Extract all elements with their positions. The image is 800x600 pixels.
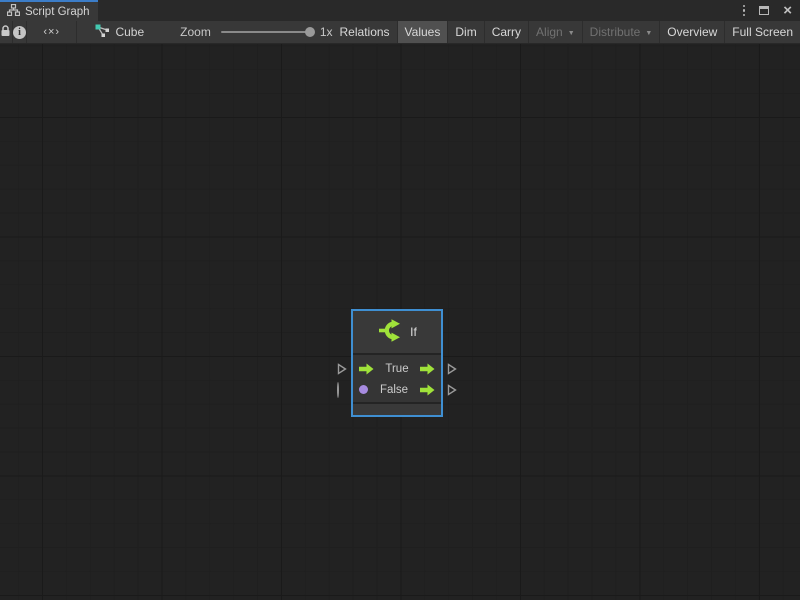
zoom-label: Zoom bbox=[180, 25, 211, 39]
dim-label: Dim bbox=[455, 25, 476, 39]
port-label-true: True bbox=[374, 363, 420, 375]
flow-input-arrow-icon[interactable] bbox=[359, 363, 374, 375]
maximize-icon[interactable] bbox=[759, 6, 769, 15]
false-output-connector[interactable] bbox=[447, 384, 457, 396]
lock-icon bbox=[0, 25, 11, 40]
code-preview-button[interactable]: ‹×› bbox=[27, 21, 77, 43]
port-row-true: True bbox=[353, 358, 441, 379]
node-footer bbox=[353, 402, 441, 415]
graph-target[interactable]: Cube bbox=[77, 21, 154, 43]
carry-label: Carry bbox=[492, 25, 521, 39]
toolbar-button-group: Relations Values Dim Carry Align ▼ Distr… bbox=[333, 21, 800, 43]
zoom-value: 1x bbox=[320, 25, 333, 39]
branch-icon bbox=[377, 318, 403, 346]
condition-value-dot-icon[interactable] bbox=[359, 385, 368, 394]
tab-script-graph[interactable]: Script Graph bbox=[0, 0, 98, 21]
distribute-label: Distribute bbox=[590, 25, 641, 39]
false-output-arrow-icon[interactable] bbox=[420, 384, 435, 396]
distribute-dropdown: Distribute ▼ bbox=[583, 21, 661, 43]
true-output-arrow-icon[interactable] bbox=[420, 363, 435, 375]
full-screen-button[interactable]: Full Screen bbox=[725, 21, 800, 43]
graph-canvas[interactable]: If True bbox=[0, 44, 800, 600]
chevron-down-icon: ▼ bbox=[568, 30, 575, 37]
window-menu-icon[interactable] bbox=[743, 5, 746, 17]
close-icon[interactable]: × bbox=[783, 3, 792, 18]
graph-toolbar: i ‹×› Cube Zoom 1x Relations Values D bbox=[0, 21, 800, 44]
relations-label: Relations bbox=[340, 25, 390, 39]
if-node[interactable]: If True bbox=[351, 309, 443, 417]
zoom-control: Zoom 1x bbox=[180, 21, 332, 43]
tab-bar-spacer bbox=[98, 0, 743, 21]
node-ports: True False bbox=[353, 355, 441, 402]
true-output-connector[interactable] bbox=[447, 363, 457, 375]
values-button[interactable]: Values bbox=[398, 21, 449, 43]
full-screen-label: Full Screen bbox=[732, 25, 793, 39]
align-label: Align bbox=[536, 25, 563, 39]
flow-input-connector[interactable] bbox=[337, 363, 347, 375]
relations-button[interactable]: Relations bbox=[333, 21, 398, 43]
script-graph-asset-icon bbox=[95, 24, 110, 41]
graph-target-label: Cube bbox=[115, 25, 144, 39]
zoom-slider-handle[interactable] bbox=[305, 27, 315, 37]
if-node-header[interactable]: If bbox=[353, 311, 441, 355]
dim-button[interactable]: Dim bbox=[448, 21, 484, 43]
tab-bar: Script Graph × bbox=[0, 0, 800, 21]
code-icon: ‹×› bbox=[43, 26, 60, 38]
lock-button[interactable] bbox=[0, 21, 13, 43]
port-row-false: False bbox=[353, 379, 441, 400]
zoom-slider[interactable] bbox=[221, 31, 313, 33]
condition-input-connector[interactable] bbox=[337, 383, 339, 397]
overview-button[interactable]: Overview bbox=[660, 21, 725, 43]
carry-button[interactable]: Carry bbox=[485, 21, 529, 43]
graph-hierarchy-icon bbox=[7, 4, 20, 19]
align-dropdown: Align ▼ bbox=[529, 21, 583, 43]
info-button[interactable]: i bbox=[13, 21, 27, 43]
info-icon: i bbox=[13, 26, 26, 39]
tab-title: Script Graph bbox=[25, 6, 90, 18]
overview-label: Overview bbox=[667, 25, 717, 39]
values-label: Values bbox=[405, 25, 441, 39]
chevron-down-icon: ▼ bbox=[645, 30, 652, 37]
port-label-false: False bbox=[368, 384, 420, 396]
node-title: If bbox=[410, 325, 417, 339]
